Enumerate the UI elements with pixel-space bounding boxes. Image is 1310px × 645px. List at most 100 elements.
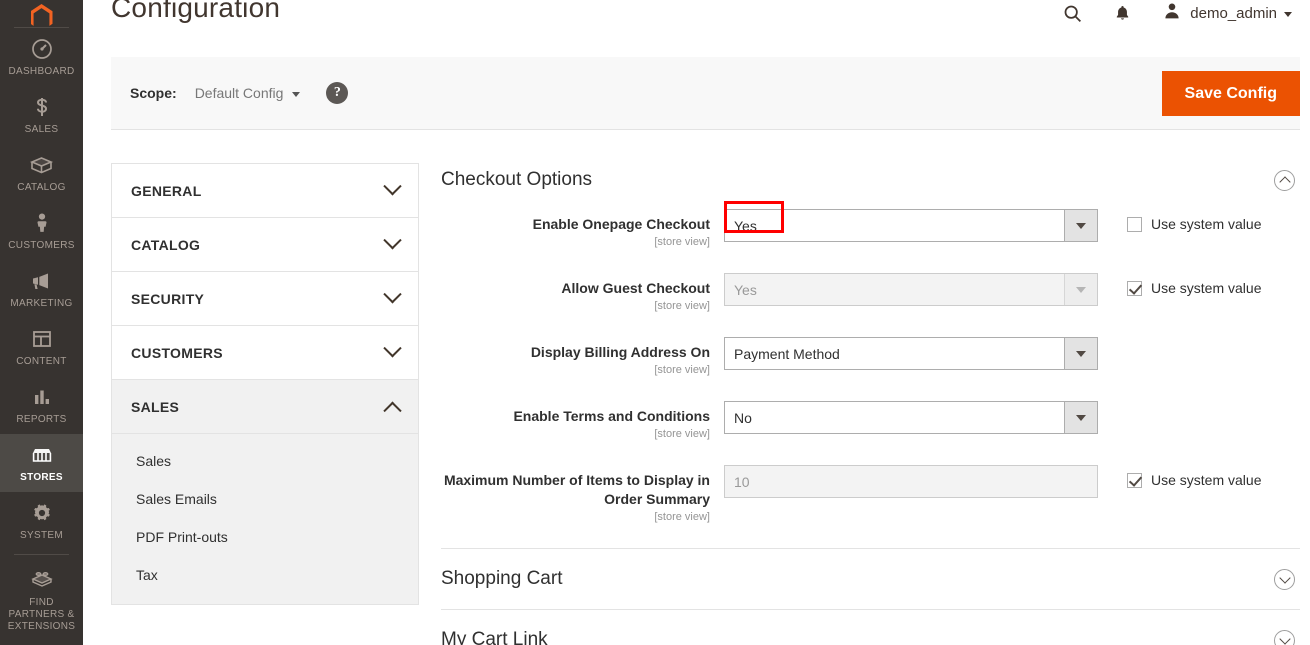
use-system-value-checkbox[interactable] bbox=[1127, 472, 1142, 488]
save-config-button[interactable]: Save Config bbox=[1161, 71, 1300, 116]
sidebar-item-label: CONTENT bbox=[16, 356, 67, 367]
enable-onepage-checkout-select[interactable]: Yes bbox=[724, 209, 1098, 242]
field-label: Enable Onepage Checkout [store view] bbox=[441, 209, 724, 250]
config-section-security-header[interactable]: SECURITY bbox=[112, 272, 418, 325]
config-nav-item-pdf-print-outs[interactable]: PDF Print-outs bbox=[112, 518, 418, 556]
field-label: Display Billing Address On [store view] bbox=[441, 337, 724, 378]
chevron-down-icon bbox=[383, 231, 402, 250]
use-system-value-label: Use system value bbox=[1151, 472, 1262, 488]
chevron-down-icon[interactable] bbox=[1274, 629, 1295, 645]
sidebar-item-customers[interactable]: CUSTOMERS bbox=[0, 202, 83, 260]
search-icon[interactable] bbox=[1047, 0, 1097, 29]
config-section-sales-items: Sales Sales Emails PDF Print-outs Tax bbox=[112, 433, 418, 604]
sidebar-item-label: SYSTEM bbox=[20, 530, 63, 541]
config-section-label: SECURITY bbox=[131, 290, 205, 307]
chevron-down-icon bbox=[383, 177, 402, 196]
field-scope-hint: [store view] bbox=[654, 511, 710, 523]
page-container: Configuration demo_admin Scope: Default … bbox=[83, 0, 1310, 645]
section-checkout-options-header[interactable]: Checkout Options bbox=[441, 159, 1300, 209]
user-name: demo_admin bbox=[1190, 4, 1277, 22]
config-section-catalog-header[interactable]: CATALOG bbox=[112, 218, 418, 271]
chevron-down-icon[interactable] bbox=[1274, 568, 1295, 590]
layout-icon bbox=[2, 327, 81, 353]
sidebar-item-label: CATALOG bbox=[17, 182, 66, 193]
use-system-value-toggle[interactable]: Use system value bbox=[1127, 209, 1261, 232]
section-my-cart-link: My Cart Link bbox=[441, 610, 1300, 645]
field-label: Enable Terms and Conditions [store view] bbox=[441, 401, 724, 442]
chevron-down-icon bbox=[1064, 402, 1097, 433]
field-allow-guest-checkout: Allow Guest Checkout [store view] Yes Us… bbox=[441, 273, 1300, 314]
section-title: Shopping Cart bbox=[441, 568, 563, 589]
select-value: Yes bbox=[734, 281, 757, 298]
config-section-general-header[interactable]: GENERAL bbox=[112, 164, 418, 217]
sidebar-item-label: STORES bbox=[20, 472, 63, 483]
gear-icon bbox=[2, 501, 81, 527]
config-nav-panel: GENERAL CATALOG SECURITY CUSTOMERS SALES… bbox=[111, 163, 419, 645]
maximum-number-of-items-input: 10 bbox=[724, 465, 1098, 498]
section-my-cart-link-header[interactable]: My Cart Link bbox=[441, 610, 1300, 645]
config-section-catalog: CATALOG bbox=[111, 217, 419, 271]
allow-guest-checkout-select: Yes bbox=[724, 273, 1098, 306]
sidebar-item-find-partners-extensions[interactable]: FIND PARTNERS & EXTENSIONS bbox=[0, 559, 83, 641]
sidebar-item-reports[interactable]: REPORTS bbox=[0, 376, 83, 434]
sidebar-item-stores[interactable]: STORES bbox=[0, 434, 83, 492]
sidebar-item-system[interactable]: SYSTEM bbox=[0, 492, 83, 550]
section-shopping-cart-header[interactable]: Shopping Cart bbox=[441, 549, 1300, 609]
use-system-value-toggle[interactable]: Use system value bbox=[1127, 273, 1261, 296]
field-control: Yes bbox=[724, 273, 1098, 306]
sidebar-item-catalog[interactable]: CATALOG bbox=[0, 144, 83, 202]
field-control: 10 bbox=[724, 465, 1098, 498]
user-menu[interactable]: demo_admin bbox=[1147, 0, 1300, 27]
chevron-down-icon bbox=[1064, 274, 1097, 305]
display-billing-address-on-select[interactable]: Payment Method bbox=[724, 337, 1098, 370]
field-scope-hint: [store view] bbox=[654, 364, 710, 376]
box-icon bbox=[2, 153, 81, 179]
config-section-sales-header[interactable]: SALES bbox=[112, 380, 418, 433]
store-icon bbox=[2, 443, 81, 469]
sidebar-item-sales[interactable]: SALES bbox=[0, 86, 83, 144]
section-title: Checkout Options bbox=[441, 169, 593, 190]
user-avatar-icon bbox=[1161, 0, 1183, 27]
config-nav-item-tax[interactable]: Tax bbox=[112, 556, 418, 594]
chevron-down-icon bbox=[1064, 210, 1097, 241]
chevron-down-icon bbox=[383, 339, 402, 358]
admin-sidebar: DASHBOARD SALES CATALOG CUSTOMERS MARKET… bbox=[0, 0, 83, 645]
field-label-text: Maximum Number of Items to Display in Or… bbox=[443, 472, 710, 507]
field-label-text: Display Billing Address On bbox=[530, 344, 710, 360]
sidebar-divider-bottom bbox=[14, 554, 69, 555]
page-title: Configuration bbox=[111, 0, 281, 23]
sidebar-item-label: SALES bbox=[24, 124, 59, 135]
section-checkout-options: Checkout Options Enable Onepage Checkout… bbox=[441, 159, 1300, 549]
config-nav-item-sales-emails[interactable]: Sales Emails bbox=[112, 480, 418, 518]
field-scope-hint: [store view] bbox=[654, 300, 710, 312]
page-header: Configuration demo_admin Scope: Default … bbox=[83, 0, 1310, 130]
field-display-billing-address-on: Display Billing Address On [store view] … bbox=[441, 337, 1300, 378]
config-content: Checkout Options Enable Onepage Checkout… bbox=[441, 159, 1300, 645]
use-system-value-checkbox[interactable] bbox=[1127, 280, 1142, 296]
scope-selector[interactable]: Default Config bbox=[195, 85, 301, 101]
use-system-value-checkbox[interactable] bbox=[1127, 216, 1142, 232]
chevron-up-icon bbox=[383, 401, 402, 420]
magento-logo[interactable] bbox=[0, 0, 83, 26]
config-section-customers-header[interactable]: CUSTOMERS bbox=[112, 326, 418, 379]
sidebar-item-dashboard[interactable]: DASHBOARD bbox=[0, 28, 83, 86]
sidebar-item-content[interactable]: CONTENT bbox=[0, 318, 83, 376]
config-nav-item-sales[interactable]: Sales bbox=[112, 442, 418, 480]
megaphone-icon bbox=[2, 269, 81, 295]
config-section-general: GENERAL bbox=[111, 163, 419, 217]
sidebar-item-label: DASHBOARD bbox=[8, 66, 75, 77]
field-enable-onepage-checkout: Enable Onepage Checkout [store view] Yes… bbox=[441, 201, 1300, 250]
scope-label: Scope: bbox=[130, 85, 177, 101]
scope-value: Default Config bbox=[194, 85, 284, 101]
enable-terms-and-conditions-select[interactable]: No bbox=[724, 401, 1098, 434]
use-system-value-toggle[interactable]: Use system value bbox=[1127, 465, 1261, 488]
sidebar-item-marketing[interactable]: MARKETING bbox=[0, 260, 83, 318]
field-label-text: Enable Terms and Conditions bbox=[513, 408, 710, 424]
chevron-up-icon[interactable] bbox=[1274, 169, 1295, 191]
sidebar-item-label: MARKETING bbox=[10, 298, 73, 309]
sidebar-item-label: FIND PARTNERS & EXTENSIONS bbox=[7, 597, 76, 632]
bell-icon[interactable] bbox=[1097, 0, 1147, 29]
field-enable-terms-and-conditions: Enable Terms and Conditions [store view]… bbox=[441, 401, 1300, 442]
question-mark-icon[interactable]: ? bbox=[326, 82, 349, 104]
section-shopping-cart: Shopping Cart bbox=[441, 549, 1300, 610]
